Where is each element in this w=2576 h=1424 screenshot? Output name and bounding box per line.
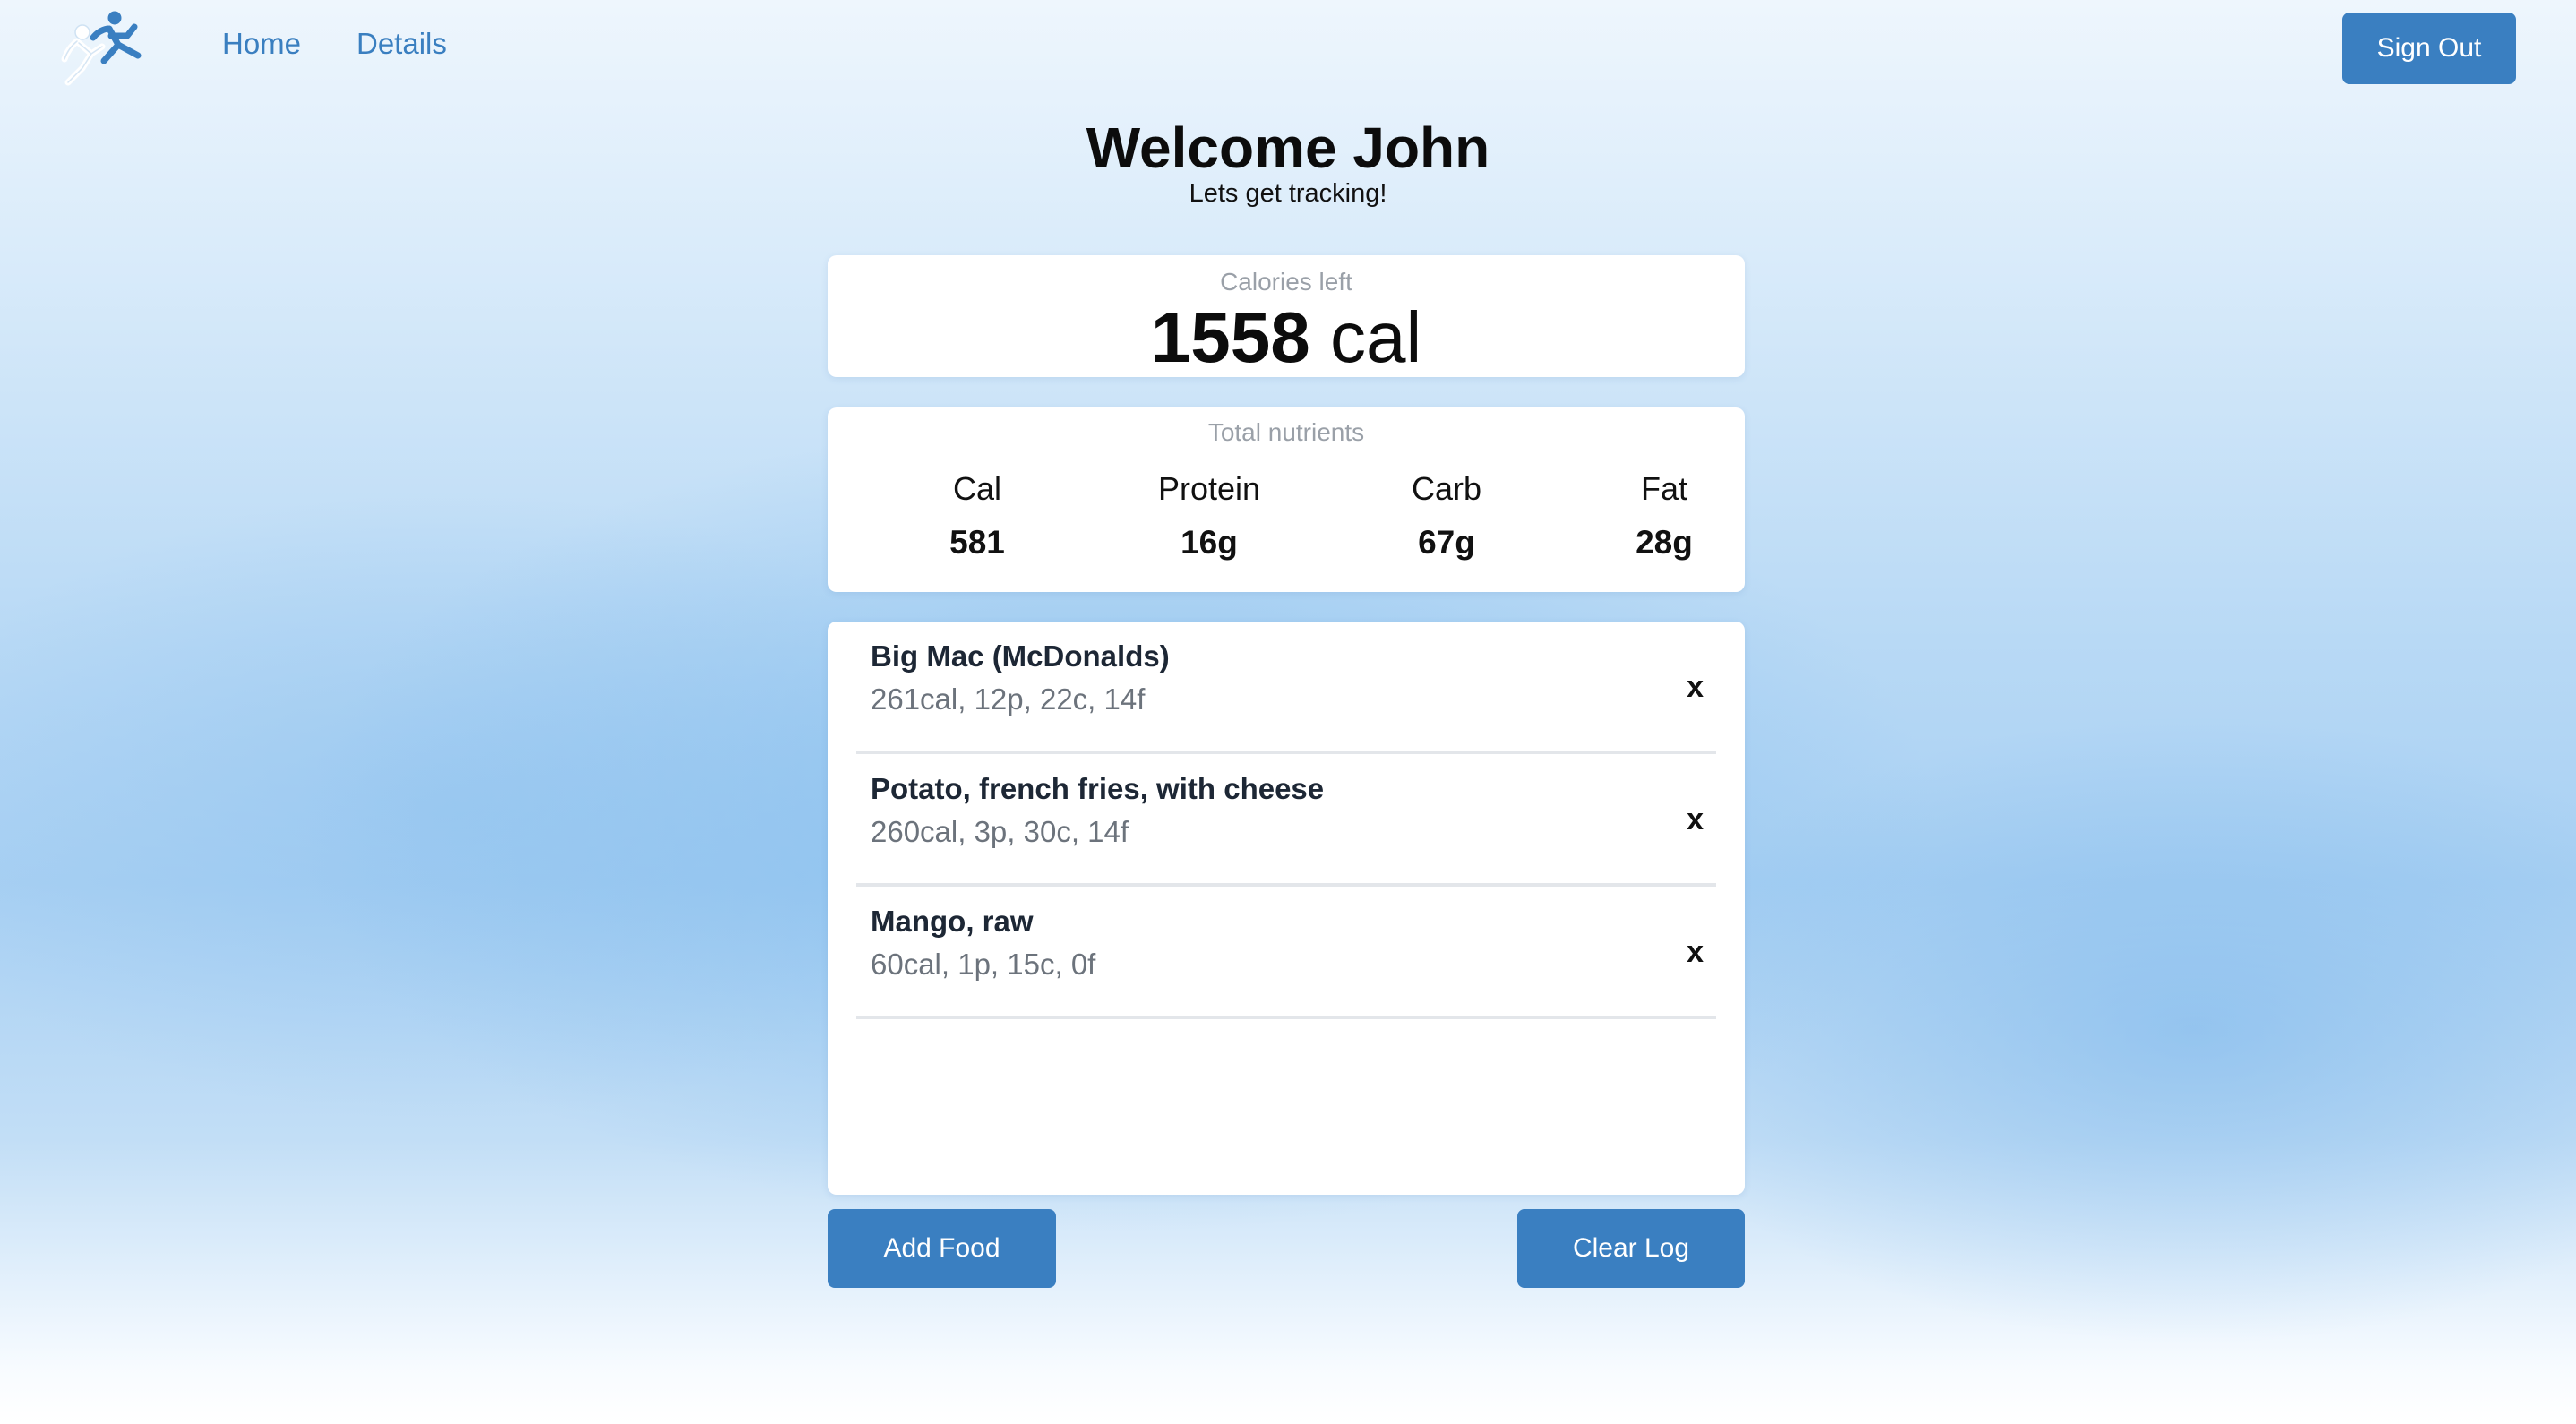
food-log-item: Big Mac (McDonalds) 261cal, 12p, 22c, 14… [856, 622, 1716, 754]
food-name: Mango, raw [871, 905, 1034, 938]
calories-left-value: 1558 cal [828, 298, 1745, 377]
food-macros: 260cal, 3p, 30c, 14f [871, 815, 1129, 848]
clear-log-button[interactable]: Clear Log [1517, 1209, 1745, 1288]
app-logo[interactable] [56, 9, 149, 88]
food-name: Potato, french fries, with cheese [871, 772, 1325, 805]
nutrient-value: 581 [949, 524, 1005, 561]
nav-details-link[interactable]: Details [356, 27, 447, 61]
nutrient-value: 28g [1636, 524, 1693, 561]
nutrient-name: Cal [952, 470, 1002, 507]
food-name: Big Mac (McDonalds) [871, 639, 1170, 673]
running-figures-logo-icon [61, 11, 142, 86]
remove-food-button[interactable]: x [1687, 935, 1704, 970]
food-log-item: Potato, french fries, with cheese 260cal… [856, 754, 1716, 887]
nutrient-name: Carb [1411, 470, 1482, 507]
nutrient-value: 16g [1181, 524, 1238, 561]
calories-left-unit: cal [1329, 297, 1422, 377]
calories-left-number: 1558 [1150, 297, 1310, 377]
calories-left-label: Calories left [1220, 268, 1352, 296]
food-macros: 60cal, 1p, 15c, 0f [871, 948, 1096, 981]
nutrient-value: 67g [1418, 524, 1475, 561]
nutrient-carb: Carb 67g [1348, 470, 1545, 562]
remove-food-button[interactable]: x [1687, 802, 1704, 837]
add-food-button[interactable]: Add Food [828, 1209, 1056, 1288]
remove-food-button[interactable]: x [1687, 670, 1704, 705]
nutrient-name: Fat [1640, 470, 1687, 507]
food-log-list: Big Mac (McDonalds) 261cal, 12p, 22c, 14… [828, 622, 1745, 1195]
food-macros: 261cal, 12p, 22c, 14f [871, 682, 1146, 716]
nutrient-cal: Cal 581 [879, 470, 1076, 562]
page-title: Welcome John [1086, 116, 1490, 180]
nutrient-name: Protein [1157, 470, 1261, 507]
calories-left-card: Calories left 1558 cal [828, 255, 1745, 377]
sign-out-button[interactable]: Sign Out [2342, 13, 2516, 84]
total-nutrients-card: Total nutrients Cal 581 Protein 16g Carb… [828, 407, 1745, 592]
page-subtitle: Lets get tracking! [1189, 179, 1387, 208]
total-nutrients-label: Total nutrients [1207, 418, 1365, 446]
nutrient-fat: Fat 28g [1566, 470, 1763, 562]
food-log-item: Mango, raw 60cal, 1p, 15c, 0f x [856, 887, 1716, 1019]
nutrient-protein: Protein 16g [1111, 470, 1308, 562]
nav-home-link[interactable]: Home [222, 27, 301, 61]
